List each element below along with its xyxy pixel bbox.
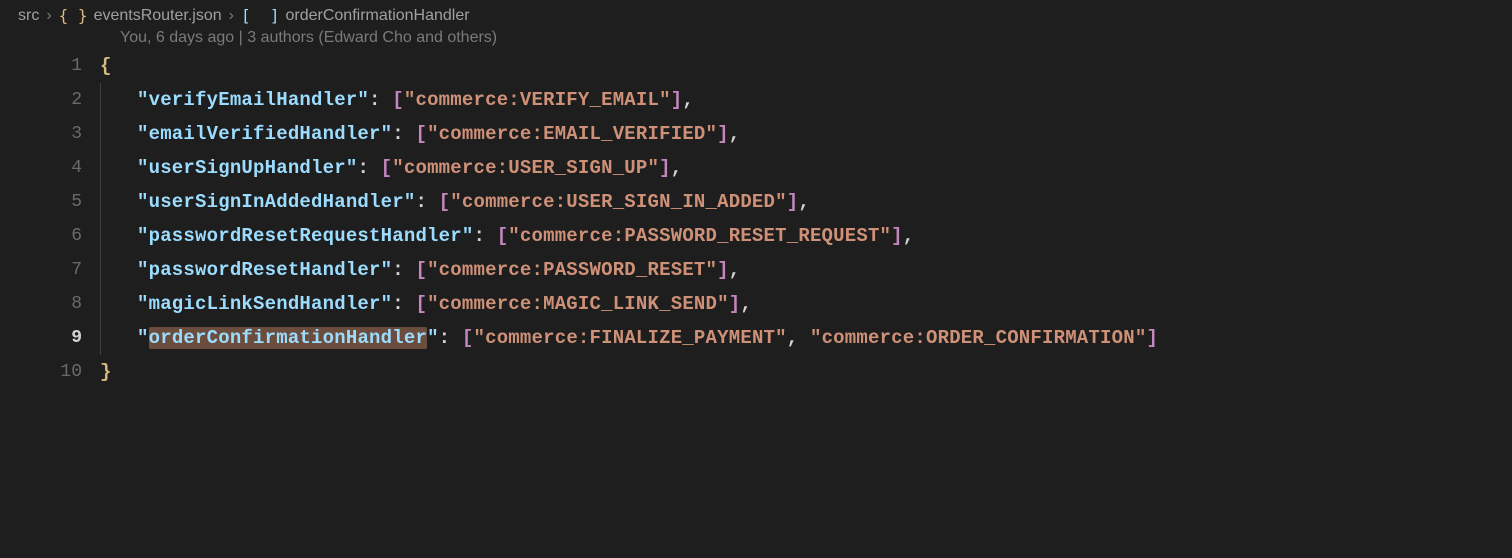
token-colon: : xyxy=(415,191,438,213)
breadcrumb-symbol[interactable]: orderConfirmationHandler xyxy=(286,7,470,25)
token-key: "userSignInAddedHandler" xyxy=(137,191,415,213)
token-bracket: ] xyxy=(729,293,741,315)
token-bracket: [ xyxy=(497,225,509,247)
token-colon: : xyxy=(392,293,415,315)
indent-guide xyxy=(100,151,101,185)
token-bracket: ] xyxy=(787,191,799,213)
line-number: 9 xyxy=(0,321,82,355)
line-number-gutter: 12345678910 xyxy=(0,49,100,389)
code-line[interactable]: "orderConfirmationHandler": ["commerce:F… xyxy=(100,321,1158,355)
chevron-right-icon: › xyxy=(46,7,51,25)
token-bracket: [ xyxy=(462,327,474,349)
token-bracket: [ xyxy=(381,157,393,179)
indent-guide xyxy=(100,321,101,355)
token-str: "commerce:EMAIL_VERIFIED" xyxy=(427,123,717,145)
code-line[interactable]: "userSignInAddedHandler": ["commerce:USE… xyxy=(100,185,1158,219)
token-colon: : xyxy=(369,89,392,111)
chevron-right-icon: › xyxy=(229,7,234,25)
code-line[interactable]: "userSignUpHandler": ["commerce:USER_SIG… xyxy=(100,151,1158,185)
token-key: " xyxy=(137,327,149,349)
token-colon: : xyxy=(392,259,415,281)
indent-guide xyxy=(100,83,101,117)
breadcrumb-folder[interactable]: src xyxy=(18,7,39,25)
token-colon: : xyxy=(392,123,415,145)
code-line[interactable]: "emailVerifiedHandler": ["commerce:EMAIL… xyxy=(100,117,1158,151)
indent-guide xyxy=(100,253,101,287)
token-str: "commerce:PASSWORD_RESET" xyxy=(427,259,717,281)
token-str: "commerce:USER_SIGN_UP" xyxy=(392,157,659,179)
indent-guide xyxy=(100,185,101,219)
token-colon: : xyxy=(357,157,380,179)
token-key: "passwordResetRequestHandler" xyxy=(137,225,473,247)
token-key: " xyxy=(427,327,439,349)
code-line[interactable]: "magicLinkSendHandler": ["commerce:MAGIC… xyxy=(100,287,1158,321)
code-line[interactable]: "passwordResetRequestHandler": ["commerc… xyxy=(100,219,1158,253)
token-punct: , xyxy=(740,293,752,315)
line-number: 7 xyxy=(0,253,82,287)
token-bracket: ] xyxy=(659,157,671,179)
token-punct: , xyxy=(729,123,741,145)
token-punct: , xyxy=(682,89,694,111)
token-bracket: ] xyxy=(891,225,903,247)
token-punct: , xyxy=(787,327,810,349)
line-number: 1 xyxy=(0,49,82,83)
code-editor[interactable]: 12345678910 {"verifyEmailHandler": ["com… xyxy=(0,49,1512,389)
line-number: 2 xyxy=(0,83,82,117)
token-bracket: [ xyxy=(415,293,427,315)
indent-guide xyxy=(100,117,101,151)
line-number: 8 xyxy=(0,287,82,321)
token-bracket: [ xyxy=(392,89,404,111)
token-key: "passwordResetHandler" xyxy=(137,259,392,281)
token-str: "commerce:VERIFY_EMAIL" xyxy=(404,89,671,111)
token-key: "emailVerifiedHandler" xyxy=(137,123,392,145)
token-str: "commerce:ORDER_CONFIRMATION" xyxy=(810,327,1146,349)
token-str: "commerce:USER_SIGN_IN_ADDED" xyxy=(450,191,786,213)
token-bracket: ] xyxy=(1146,327,1158,349)
code-line[interactable]: "verifyEmailHandler": ["commerce:VERIFY_… xyxy=(100,83,1158,117)
gitlens-annotation[interactable]: You, 6 days ago | 3 authors (Edward Cho … xyxy=(0,29,1512,49)
token-str: "commerce:MAGIC_LINK_SEND" xyxy=(427,293,729,315)
json-file-icon: { } xyxy=(59,6,88,25)
token-bracket: ] xyxy=(717,259,729,281)
token-brace: } xyxy=(100,361,112,383)
token-punct: , xyxy=(729,259,741,281)
token-str: "commerce:PASSWORD_RESET_REQUEST" xyxy=(508,225,891,247)
token-bracket: ] xyxy=(717,123,729,145)
code-content[interactable]: {"verifyEmailHandler": ["commerce:VERIFY… xyxy=(100,49,1158,389)
line-number: 4 xyxy=(0,151,82,185)
token-colon: : xyxy=(473,225,496,247)
indent-guide xyxy=(100,287,101,321)
token-colon: : xyxy=(439,327,462,349)
line-number: 10 xyxy=(0,355,82,389)
token-bracket: [ xyxy=(439,191,451,213)
token-key: "magicLinkSendHandler" xyxy=(137,293,392,315)
line-number: 5 xyxy=(0,185,82,219)
token-punct: , xyxy=(671,157,683,179)
token-bracket: [ xyxy=(415,259,427,281)
token-bracket: ] xyxy=(671,89,683,111)
indent-guide xyxy=(100,219,101,253)
line-number: 6 xyxy=(0,219,82,253)
token-bracket: [ xyxy=(415,123,427,145)
code-line[interactable]: "passwordResetHandler": ["commerce:PASSW… xyxy=(100,253,1158,287)
token-key: "userSignUpHandler" xyxy=(137,157,357,179)
line-number: 3 xyxy=(0,117,82,151)
breadcrumb-file[interactable]: eventsRouter.json xyxy=(94,7,222,25)
code-line[interactable]: { xyxy=(100,49,1158,83)
token-punct: , xyxy=(903,225,915,247)
token-key: orderConfirmationHandler xyxy=(149,327,427,349)
token-str: "commerce:FINALIZE_PAYMENT" xyxy=(474,327,787,349)
array-symbol-icon: [ ] xyxy=(241,6,280,25)
breadcrumb: src › { } eventsRouter.json › [ ] orderC… xyxy=(0,0,1512,29)
token-brace: { xyxy=(100,55,112,77)
token-punct: , xyxy=(798,191,810,213)
token-key: "verifyEmailHandler" xyxy=(137,89,369,111)
code-line[interactable]: } xyxy=(100,355,1158,389)
